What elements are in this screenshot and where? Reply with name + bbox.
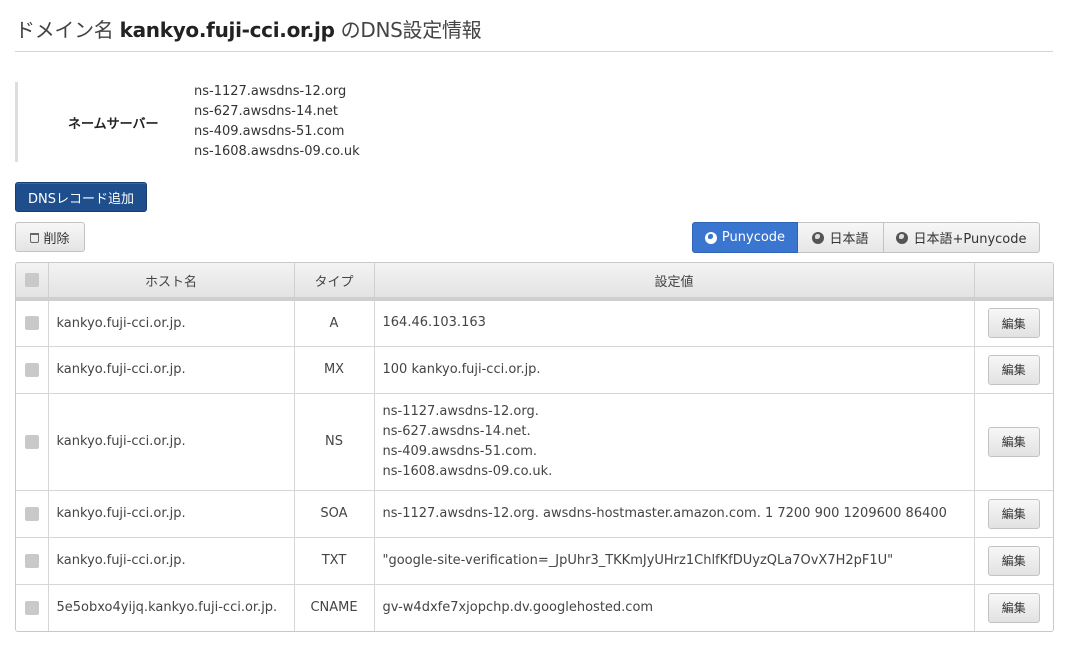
edit-cell: 編集 xyxy=(974,489,1053,537)
value-cell: 100 kankyo.fuji-cci.or.jp. xyxy=(374,345,975,393)
host-cell: kankyo.fuji-cci.or.jp. xyxy=(48,489,295,537)
host-cell: kankyo.fuji-cci.or.jp. xyxy=(48,392,295,490)
edit-cell: 編集 xyxy=(974,583,1053,631)
table-row: 5e5obxo4yijq.kankyo.fuji-cci.or.jp. CNAM… xyxy=(16,583,1053,631)
title-domain: kankyo.fuji-cci.or.jp xyxy=(119,18,335,42)
nameserver-item: ns-409.awsdns-51.com xyxy=(194,124,345,139)
add-dns-record-button[interactable]: DNSレコード追加 xyxy=(15,182,147,212)
select-all-header xyxy=(16,263,49,301)
display-mode-toggle: Punycode 日本語 日本語+Punycode xyxy=(692,222,1040,253)
host-cell: kankyo.fuji-cci.or.jp. xyxy=(48,536,295,584)
value-cell: ns-1127.awsdns-12.org. awsdns-hostmaster… xyxy=(374,489,975,537)
row-checkbox[interactable] xyxy=(24,553,39,568)
edit-cell: 編集 xyxy=(974,392,1053,490)
nameserver-item: ns-627.awsdns-14.net xyxy=(194,104,338,119)
host-cell: kankyo.fuji-cci.or.jp. xyxy=(48,345,295,393)
row-checkbox[interactable] xyxy=(24,600,39,615)
type-cell: CNAME xyxy=(294,583,375,631)
mode-label: Punycode xyxy=(721,230,786,245)
mode-label: 日本語+Punycode xyxy=(913,232,1027,247)
mode-japanese-punycode-button[interactable]: 日本語+Punycode xyxy=(884,222,1040,253)
value-cell: ns-1127.awsdns-12.org. ns-627.awsdns-14.… xyxy=(374,392,975,490)
type-cell: NS xyxy=(294,392,375,490)
value-cell: 164.46.103.163 xyxy=(374,299,975,346)
edit-cell: 編集 xyxy=(974,345,1053,393)
value-line: 164.46.103.163 xyxy=(382,315,486,331)
type-cell: TXT xyxy=(294,536,375,584)
value-line: "google-site-verification=_JpUhr3_TKKmJy… xyxy=(382,552,894,568)
value-line: ns-409.awsdns-51.com. xyxy=(382,443,538,459)
row-checkbox[interactable] xyxy=(24,506,39,521)
nameserver-panel: ネームサーバー ns-1127.awsdns-12.org ns-627.aws… xyxy=(15,82,415,162)
row-checkbox[interactable] xyxy=(24,362,39,377)
value-line: ns-1127.awsdns-12.org. xyxy=(382,403,539,419)
nameserver-item: ns-1127.awsdns-12.org xyxy=(194,84,347,99)
value-column-header[interactable]: 設定値 xyxy=(374,263,975,301)
nameserver-label: ネームサーバー xyxy=(68,117,159,132)
host-cell: 5e5obxo4yijq.kankyo.fuji-cci.or.jp. xyxy=(48,583,295,631)
table-row: kankyo.fuji-cci.or.jp. SOA ns-1127.awsdn… xyxy=(16,489,1053,537)
type-cell: MX xyxy=(294,345,375,393)
table-row: kankyo.fuji-cci.or.jp. MX 100 kankyo.fuj… xyxy=(16,345,1053,393)
globe-icon xyxy=(812,231,825,244)
delete-label: 削除 xyxy=(43,231,70,247)
mode-label: 日本語 xyxy=(829,232,869,247)
value-cell: "google-site-verification=_JpUhr3_TKKmJy… xyxy=(374,536,975,584)
host-cell: kankyo.fuji-cci.or.jp. xyxy=(48,299,295,346)
value-line: ns-1608.awsdns-09.co.uk. xyxy=(382,463,553,479)
trash-icon xyxy=(30,232,40,243)
row-select-cell xyxy=(16,345,49,393)
title-divider xyxy=(15,51,1053,52)
dns-records-table: ホスト名 タイプ 設定値 kankyo.fuji-cci.or.jp. A 16… xyxy=(15,262,1054,632)
edit-cell: 編集 xyxy=(974,536,1053,584)
table-header-row: ホスト名 タイプ 設定値 xyxy=(16,263,1053,301)
edit-button[interactable]: 編集 xyxy=(987,592,1040,623)
row-select-cell xyxy=(16,489,49,537)
mode-japanese-button[interactable]: 日本語 xyxy=(798,222,884,253)
table-row: kankyo.fuji-cci.or.jp. NS ns-1127.awsdns… xyxy=(16,392,1053,490)
edit-button[interactable]: 編集 xyxy=(987,354,1040,385)
nameserver-item: ns-1608.awsdns-09.co.uk xyxy=(194,144,360,159)
edit-button[interactable]: 編集 xyxy=(987,498,1040,529)
nameserver-list: ns-1127.awsdns-12.org ns-627.awsdns-14.n… xyxy=(194,82,360,162)
type-cell: SOA xyxy=(294,489,375,537)
host-column-header[interactable]: ホスト名 xyxy=(48,263,295,301)
type-column-header[interactable]: タイプ xyxy=(294,263,375,301)
select-all-checkbox[interactable] xyxy=(24,273,39,287)
globe-icon xyxy=(896,231,909,244)
row-select-cell xyxy=(16,299,49,346)
mode-punycode-button[interactable]: Punycode xyxy=(692,222,798,253)
value-cell: gv-w4dxfe7xjopchp.dv.googlehosted.com xyxy=(374,583,975,631)
row-select-cell xyxy=(16,583,49,631)
table-row: kankyo.fuji-cci.or.jp. TXT "google-site-… xyxy=(16,536,1053,584)
row-checkbox[interactable] xyxy=(24,434,39,449)
globe-icon xyxy=(704,231,717,244)
value-line: ns-627.awsdns-14.net. xyxy=(382,423,531,439)
edit-button[interactable]: 編集 xyxy=(987,545,1040,576)
value-line: 100 kankyo.fuji-cci.or.jp. xyxy=(382,361,541,377)
title-suffix: のDNS設定情報 xyxy=(334,18,482,42)
row-checkbox[interactable] xyxy=(24,316,39,331)
title-prefix: ドメイン名 xyxy=(15,18,120,42)
value-line: ns-1127.awsdns-12.org. awsdns-hostmaster… xyxy=(382,505,947,521)
row-select-cell xyxy=(16,392,49,490)
edit-button[interactable]: 編集 xyxy=(987,308,1040,339)
edit-column-header xyxy=(974,263,1053,301)
type-cell: A xyxy=(294,299,375,346)
delete-button[interactable]: 削除 xyxy=(15,222,85,252)
edit-cell: 編集 xyxy=(974,299,1053,346)
value-line: gv-w4dxfe7xjopchp.dv.googlehosted.com xyxy=(382,599,654,615)
row-select-cell xyxy=(16,536,49,584)
table-row: kankyo.fuji-cci.or.jp. A 164.46.103.163 … xyxy=(16,299,1053,346)
edit-button[interactable]: 編集 xyxy=(987,426,1040,457)
page-title: ドメイン名 kankyo.fuji-cci.or.jp のDNS設定情報 xyxy=(15,14,482,43)
